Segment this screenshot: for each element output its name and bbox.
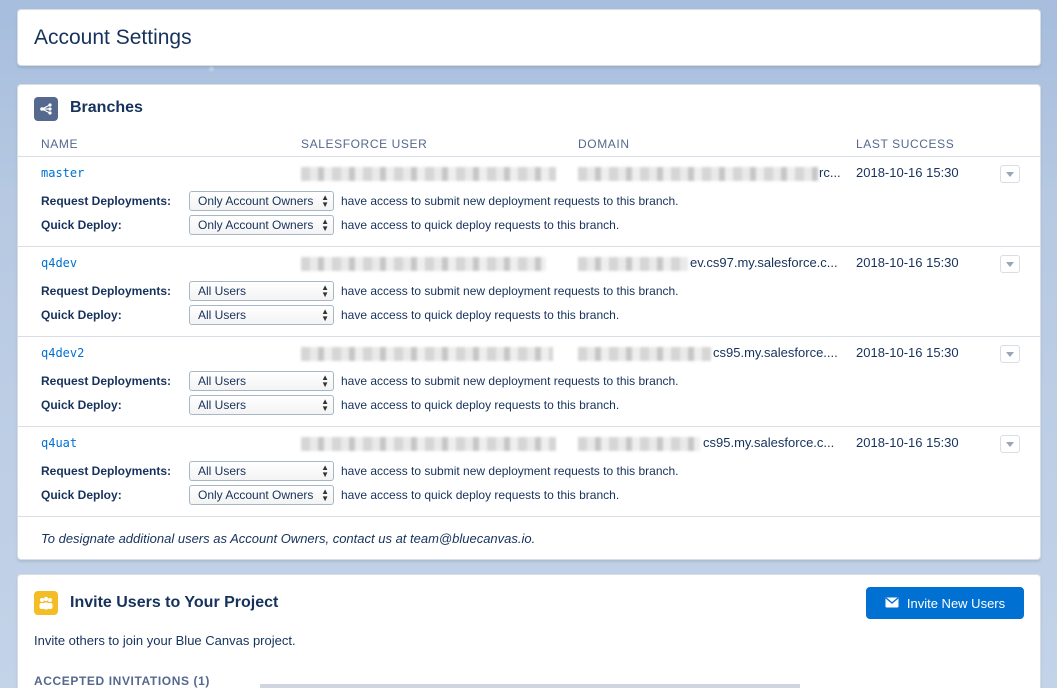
request-deployments-select[interactable]: All Users ▲ ▼ [189,371,334,391]
chevron-down-icon [1006,171,1014,177]
column-header-user: SALESFORCE USER [301,137,428,151]
branch-row-master: master rc... 2018-10-16 15:30 Request De… [18,157,1040,247]
invite-description: Invite others to join your Blue Canvas p… [34,633,296,648]
row-menu-button[interactable] [1000,345,1020,363]
request-deployments-desc: have access to submit new deployment req… [341,464,679,478]
account-owners-footnote: To designate additional users as Account… [41,531,536,546]
redacted-domain [578,257,688,271]
redacted-user [301,437,556,451]
request-deployments-select[interactable]: All Users ▲ ▼ [189,461,334,481]
domain-text: ev.cs97.my.salesforce.c... [690,255,838,270]
request-deployments-select[interactable]: Only Account Owners ▲ ▼ [189,191,334,211]
branch-row-q4dev: q4dev ev.cs97.my.salesforce.c... 2018-10… [18,247,1040,337]
select-arrows-icon: ▲ ▼ [321,463,329,479]
chevron-down-icon [1006,261,1014,267]
select-arrows-icon: ▲ ▼ [321,193,329,209]
branches-card: Branches NAME SALESFORCE USER DOMAIN LAS… [17,84,1041,560]
request-deployments-desc: have access to submit new deployment req… [341,284,679,298]
select-value: Only Account Owners [198,218,314,232]
quick-deploy-select[interactable]: Only Account Owners ▲ ▼ [189,485,334,505]
branch-row-q4uat: q4uat cs95.my.salesforce.c... 2018-10-16… [18,427,1040,517]
last-success-time: 2018-10-16 15:30 [856,255,959,270]
domain-text: rc... [819,165,841,180]
redacted-user [301,347,553,361]
page-title: Account Settings [34,26,192,49]
redacted-domain [578,437,700,451]
page-header: Account Settings [17,9,1041,66]
last-success-time: 2018-10-16 15:30 [856,345,959,360]
branch-icon [34,97,58,121]
mail-icon [885,596,899,611]
quick-deploy-select[interactable]: All Users ▲ ▼ [189,305,334,325]
column-header-name: NAME [41,137,79,151]
redacted-user [301,257,546,271]
quick-deploy-label: Quick Deploy: [41,398,122,412]
last-success-time: 2018-10-16 15:30 [856,435,959,450]
request-deployments-desc: have access to submit new deployment req… [341,194,679,208]
branch-name-link[interactable]: q4dev2 [41,346,84,360]
redacted-domain [578,167,818,181]
select-value: All Users [198,374,247,388]
select-value: All Users [198,464,247,478]
request-deployments-label: Request Deployments: [41,464,172,478]
select-value: Only Account Owners [198,488,314,502]
invite-new-users-button[interactable]: Invite New Users [866,587,1024,619]
people-icon [34,591,58,615]
domain-text: cs95.my.salesforce.c... [703,435,835,450]
row-menu-button[interactable] [1000,165,1020,183]
select-arrows-icon: ▲ ▼ [321,307,329,323]
request-deployments-select[interactable]: All Users ▲ ▼ [189,281,334,301]
quick-deploy-label: Quick Deploy: [41,218,122,232]
chevron-down-icon [1006,441,1014,447]
invite-users-title: Invite Users to Your Project [70,594,279,611]
quick-deploy-desc: have access to quick deploy requests to … [341,488,620,502]
select-value: All Users [198,308,247,322]
branch-name-link[interactable]: master [41,166,84,180]
quick-deploy-desc: have access to quick deploy requests to … [341,398,620,412]
column-header-last-success: LAST SUCCESS [856,137,955,151]
accepted-invitations-header: ACCEPTED INVITATIONS (1) [34,674,210,688]
domain-text: cs95.my.salesforce.... [713,345,838,360]
redacted-domain [578,347,711,361]
select-arrows-icon: ▲ ▼ [321,397,329,413]
quick-deploy-label: Quick Deploy: [41,308,122,322]
select-arrows-icon: ▲ ▼ [321,217,329,233]
invite-new-users-label: Invite New Users [906,595,1006,611]
branch-name-link[interactable]: q4dev [41,256,77,270]
invite-users-card: Invite Users to Your Project Invite New … [17,574,1041,688]
column-header-domain: DOMAIN [578,137,630,151]
redacted-user [301,167,556,181]
quick-deploy-desc: have access to quick deploy requests to … [341,218,620,232]
select-arrows-icon: ▲ ▼ [321,487,329,503]
branch-row-q4dev2: q4dev2 cs95.my.salesforce.... 2018-10-16… [18,337,1040,427]
select-value: All Users [198,284,247,298]
quick-deploy-select[interactable]: Only Account Owners ▲ ▼ [189,215,334,235]
last-success-time: 2018-10-16 15:30 [856,165,959,180]
quick-deploy-select[interactable]: All Users ▲ ▼ [189,395,334,415]
select-value: All Users [198,398,247,412]
select-arrows-icon: ▲ ▼ [321,373,329,389]
divider [18,516,1040,517]
request-deployments-label: Request Deployments: [41,284,172,298]
request-deployments-desc: have access to submit new deployment req… [341,374,679,388]
branches-title: Branches [70,99,143,116]
popup-edge [260,684,800,688]
row-menu-button[interactable] [1000,435,1020,453]
chevron-down-icon [1006,351,1014,357]
quick-deploy-desc: have access to quick deploy requests to … [341,308,620,322]
row-menu-button[interactable] [1000,255,1020,273]
select-value: Only Account Owners [198,194,314,208]
branch-name-link[interactable]: q4uat [41,436,77,450]
quick-deploy-label: Quick Deploy: [41,488,122,502]
request-deployments-label: Request Deployments: [41,194,172,208]
select-arrows-icon: ▲ ▼ [321,283,329,299]
request-deployments-label: Request Deployments: [41,374,172,388]
